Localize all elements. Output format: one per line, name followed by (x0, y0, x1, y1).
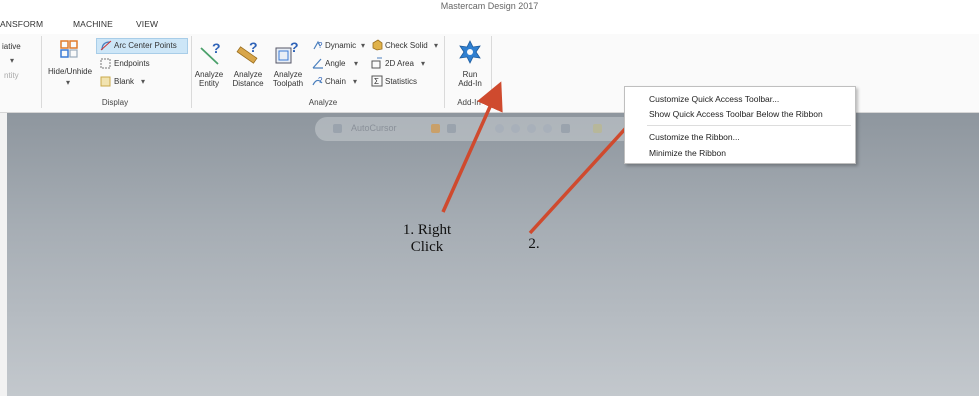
menu-item-show-qat-below[interactable]: Show Quick Access Toolbar Below the Ribb… (649, 109, 823, 119)
menu-item-customize-qat[interactable]: Customize Quick Access Toolbar... (649, 94, 779, 104)
step2-note: 2. (528, 236, 540, 252)
step1-text-line1: 1. Right (402, 222, 452, 238)
context-menu: Customize Quick Access Toolbar... Show Q… (624, 86, 856, 164)
menu-item-customize-ribbon[interactable]: Customize the Ribbon... (649, 132, 740, 142)
step1-note: 1. Right Click (392, 222, 462, 256)
step1-text-line2: Click (410, 239, 444, 255)
annotation-arrows (441, 81, 654, 235)
menu-item-minimize-ribbon[interactable]: Minimize the Ribbon (649, 148, 726, 158)
step1-arrow (441, 81, 503, 213)
menu-separator (647, 125, 851, 126)
